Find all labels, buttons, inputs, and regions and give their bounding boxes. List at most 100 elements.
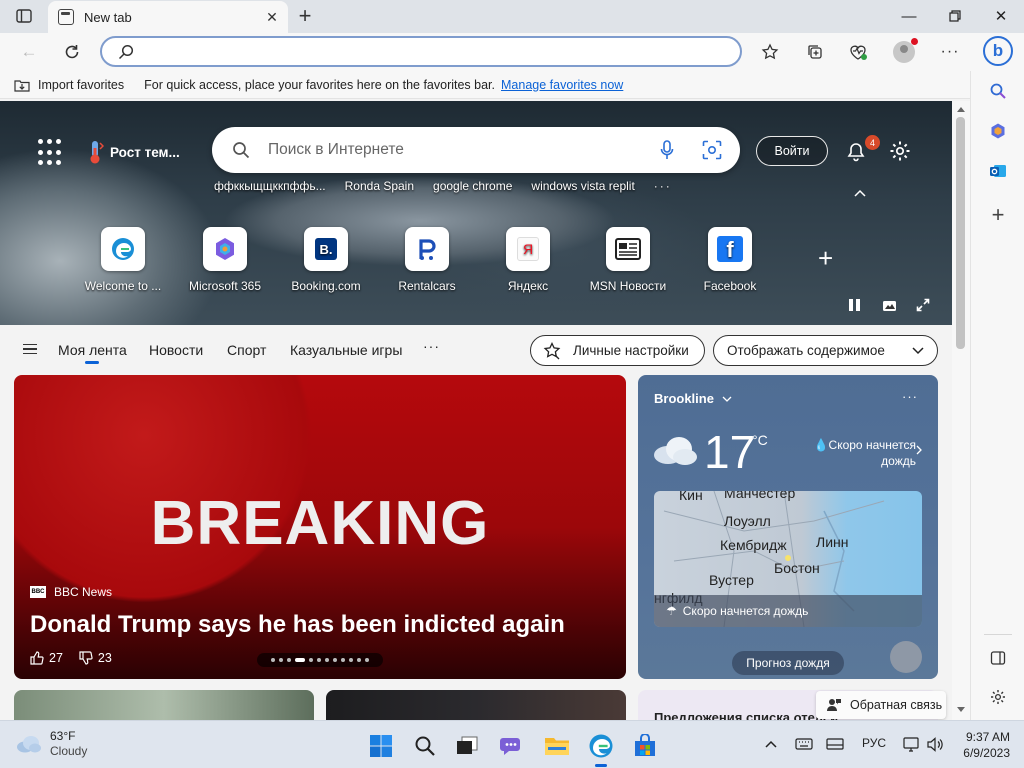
quick-link-booking[interactable]: B. Booking.com [276, 227, 376, 293]
close-window-button[interactable]: ✕ [978, 0, 1024, 32]
web-search-box[interactable]: Поиск в Интернете [212, 127, 740, 173]
microphone-icon[interactable] [660, 140, 674, 160]
address-input[interactable] [148, 42, 708, 62]
feed-tab-sport[interactable]: Спорт [227, 342, 266, 358]
tab-actions-icon[interactable] [9, 1, 39, 31]
quick-link-m365[interactable]: Microsoft 365 [175, 227, 275, 293]
carousel-dot[interactable] [295, 658, 305, 662]
weather-more-icon[interactable]: ··· [902, 389, 918, 404]
news-card-thumbnail[interactable] [326, 690, 626, 720]
thumbs-up-icon[interactable] [30, 651, 44, 665]
favorites-star-icon[interactable] [755, 37, 785, 67]
input-language-indicator[interactable]: РУС [862, 736, 886, 750]
quick-link-rentalcars[interactable]: Rentalcars [377, 227, 477, 293]
feedback-button[interactable]: Обратная связь [816, 691, 946, 719]
collapse-chevron-up-icon[interactable] [854, 189, 866, 197]
weather-widget-avatar[interactable] [890, 641, 922, 673]
quick-link-yandex[interactable]: Я Яндекс [478, 227, 578, 293]
sidebar-outlook-icon[interactable] [984, 157, 1012, 185]
browser-essentials-icon[interactable] [843, 37, 873, 67]
personalize-button[interactable]: Личные настройки [530, 335, 705, 366]
feed-tab-my-feed[interactable]: Моя лента [58, 342, 127, 358]
news-headline[interactable]: Donald Trump says he has been indicted a… [30, 611, 565, 639]
show-hidden-icons-chevron-icon[interactable] [765, 740, 777, 748]
close-tab-icon[interactable]: ✕ [262, 9, 282, 26]
sidebar-m365-icon[interactable] [984, 117, 1012, 145]
settings-more-icon[interactable]: ··· [935, 37, 965, 67]
edge-taskbar-icon[interactable] [586, 731, 616, 767]
tab-new-tab[interactable]: New tab ✕ [48, 1, 288, 33]
scrollbar-thumb[interactable] [956, 117, 965, 349]
carousel-dot[interactable] [333, 658, 337, 662]
import-favorites-button[interactable]: Import favorites [14, 78, 124, 92]
scroll-up-arrow-icon[interactable] [956, 105, 966, 113]
notifications-bell-icon[interactable] [845, 140, 867, 162]
minimize-button[interactable]: — [886, 0, 932, 32]
back-arrow-icon[interactable]: ← [14, 37, 44, 67]
carousel-dot[interactable] [309, 658, 313, 662]
more-searches-icon[interactable]: ··· [654, 179, 672, 193]
trending-search-item[interactable]: windows vista replit [531, 179, 634, 193]
manage-favorites-link[interactable]: Manage favorites now [501, 78, 623, 92]
rain-forecast-button[interactable]: Прогноз дождя [732, 651, 844, 675]
feed-tab-casual-games[interactable]: Казуальные игры [290, 342, 402, 358]
news-card-thumbnail[interactable] [14, 690, 314, 720]
signin-button[interactable]: Войти [756, 136, 828, 166]
restore-button[interactable] [932, 0, 978, 32]
carousel-dot[interactable] [287, 658, 291, 662]
weather-location[interactable]: Brookline [654, 391, 732, 406]
hero-news-card[interactable]: BREAKING BBC BBC News Donald Trump says … [14, 375, 626, 679]
quick-link-facebook[interactable]: f Facebook [680, 227, 780, 293]
trending-search-item[interactable]: ффккыщщккпффь... [214, 179, 326, 193]
weather-chip[interactable]: Рост тем... [86, 139, 180, 165]
pause-background-icon[interactable] [849, 299, 861, 311]
chevron-right-icon[interactable] [916, 445, 922, 455]
refresh-icon[interactable] [57, 37, 87, 67]
quick-link-msn-news[interactable]: MSN Новости [578, 227, 678, 293]
sidebar-hide-icon[interactable] [984, 644, 1012, 672]
feed-menu-hamburger-icon[interactable] [23, 344, 37, 354]
system-clock[interactable]: 9:37 AM 6/9/2023 [956, 729, 1010, 761]
carousel-dot[interactable] [317, 658, 321, 662]
task-view-icon[interactable] [452, 731, 482, 761]
file-explorer-icon[interactable] [542, 731, 572, 761]
carousel-dot[interactable] [325, 658, 329, 662]
expand-background-icon[interactable] [916, 298, 930, 312]
background-info-icon[interactable] [882, 298, 897, 313]
trending-search-item[interactable]: google chrome [433, 179, 512, 193]
carousel-dot[interactable] [349, 658, 353, 662]
sidebar-search-icon[interactable] [984, 77, 1012, 105]
network-icon[interactable] [903, 737, 919, 752]
sidebar-add-icon[interactable]: + [984, 201, 1012, 229]
news-source[interactable]: BBC BBC News [30, 585, 112, 599]
teams-chat-icon[interactable] [497, 731, 527, 761]
quick-link-welcome[interactable]: Welcome to ... [73, 227, 173, 293]
carousel-pager[interactable] [257, 653, 383, 667]
bing-copilot-icon[interactable]: b [982, 35, 1014, 67]
carousel-dot[interactable] [341, 658, 345, 662]
app-launcher-icon[interactable] [38, 139, 66, 167]
carousel-dot[interactable] [271, 658, 275, 662]
visual-search-icon[interactable] [702, 140, 722, 160]
carousel-dot[interactable] [357, 658, 361, 662]
feed-tab-news[interactable]: Новости [149, 342, 203, 358]
address-bar[interactable] [100, 36, 742, 67]
volume-icon[interactable] [927, 737, 943, 752]
taskbar-weather-widget[interactable]: 63°F Cloudy [16, 729, 87, 759]
page-settings-gear-icon[interactable] [889, 140, 911, 162]
profile-avatar[interactable] [889, 37, 919, 67]
feed-more-tabs-icon[interactable]: ··· [423, 338, 440, 354]
scroll-down-arrow-icon[interactable] [956, 706, 966, 714]
keyboard-icon[interactable] [795, 738, 813, 750]
add-quick-link-icon[interactable]: + [818, 245, 833, 271]
weather-radar-map[interactable]: Кин Манчестер Лоуэлл Кембридж Линн Вусте… [654, 491, 922, 627]
carousel-dot[interactable] [365, 658, 369, 662]
carousel-dot[interactable] [279, 658, 283, 662]
microsoft-store-icon[interactable] [630, 731, 660, 761]
taskbar-search-icon[interactable] [410, 731, 440, 761]
weather-card[interactable]: Brookline ··· 17 °C 💧Скоро начнется дожд… [638, 375, 938, 679]
thumbs-down-icon[interactable] [79, 651, 93, 665]
collections-icon[interactable] [800, 37, 830, 67]
display-icon[interactable] [826, 738, 844, 750]
content-visibility-dropdown[interactable]: Отображать содержимое [713, 335, 938, 366]
